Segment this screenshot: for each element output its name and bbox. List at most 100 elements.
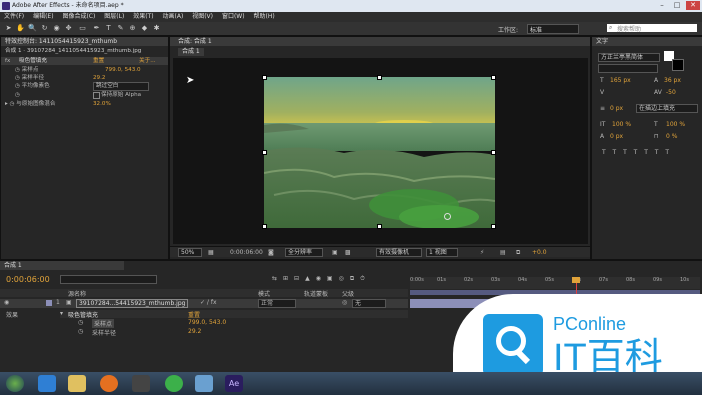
timeline-sample-radius-value[interactable]: 29.2 — [188, 328, 201, 335]
pen-tool-icon[interactable]: ✒ — [92, 24, 101, 33]
menu-window[interactable]: 窗口(W) — [222, 12, 245, 22]
effect-header-row[interactable]: fx 吸色管填充 重置 关于... — [1, 57, 168, 65]
transform-handle[interactable] — [491, 75, 496, 80]
timeline-effect-reset[interactable]: 重置 — [188, 310, 200, 319]
layer-label-color[interactable] — [46, 300, 52, 306]
transform-handle[interactable] — [377, 75, 382, 80]
timeline-icon[interactable]: ▤ — [500, 249, 506, 256]
camera-select[interactable]: 有效摄像机 — [376, 248, 422, 257]
menu-help[interactable]: 帮助(H) — [253, 12, 274, 22]
timeline-sample-point-value[interactable]: 799.0, 543.0 — [188, 319, 226, 326]
effects-group-label[interactable]: 效果 — [6, 310, 18, 319]
transform-handle[interactable] — [377, 224, 382, 229]
transform-handle[interactable] — [491, 224, 496, 229]
effect-about-link[interactable]: 关于... — [139, 57, 156, 65]
layer-mode-select[interactable]: 正常 — [258, 299, 296, 308]
average-pixel-select[interactable]: 跳过空白 — [93, 82, 149, 91]
font-style-select[interactable] — [598, 64, 658, 73]
resolution-select[interactable]: 全分辨率 — [285, 248, 323, 257]
file-explorer-icon[interactable] — [68, 375, 86, 392]
leading-value[interactable]: 36 px — [664, 77, 681, 84]
stopwatch-icon[interactable]: ◷ — [10, 101, 15, 107]
visibility-eye-icon[interactable]: ◉ — [4, 299, 9, 306]
timeline-search-input[interactable] — [60, 275, 157, 284]
text-tool-icon[interactable]: T — [104, 24, 113, 33]
stroke-type-select[interactable]: 在描边上填充 — [636, 104, 698, 113]
font-size-value[interactable]: 165 px — [610, 77, 631, 84]
effect-reset-link[interactable]: 重置 — [93, 57, 104, 65]
minimize-button[interactable]: – — [655, 1, 669, 10]
blend-value[interactable]: 32.0% — [93, 100, 111, 108]
snapshot-icon[interactable]: ◙ — [268, 249, 274, 256]
menu-edit[interactable]: 编辑(E) — [33, 12, 53, 22]
transparency-grid-icon[interactable]: ▩ — [345, 249, 351, 256]
rotate-tool-icon[interactable]: ↻ — [40, 24, 49, 33]
layer-row[interactable]: ◉ 1 ▣ 39107284...54415923_mthumb.jpg ✓ /… — [0, 299, 408, 308]
search-help-input[interactable]: 搜索帮助 — [607, 24, 697, 33]
sample-radius-value[interactable]: 29.2 — [93, 74, 105, 82]
timeline-switch-icons[interactable]: ⇆⊞⊟▲◉▣◎⧉⏱ — [272, 275, 371, 283]
menu-composition[interactable]: 图像合成(C) — [62, 12, 95, 22]
brush-tool-icon[interactable]: ✎ — [116, 24, 125, 33]
app-icon[interactable] — [195, 375, 213, 392]
clone-tool-icon[interactable]: ⊕ — [128, 24, 137, 33]
stroke-width-value[interactable]: 0 px — [610, 105, 623, 112]
maintain-alpha-checkbox[interactable] — [93, 92, 100, 99]
font-family-select[interactable]: 方正兰亭黑简体 — [598, 53, 660, 62]
zoom-select[interactable]: 50% — [178, 248, 202, 257]
vertical-scale-value[interactable]: 100 % — [612, 121, 631, 128]
expand-arrow-icon[interactable]: ▸ — [5, 101, 8, 107]
timeline-tab[interactable]: 合成 1 — [0, 261, 124, 270]
puppet-tool-icon[interactable]: ✱ — [152, 24, 161, 33]
exposure-value[interactable]: +0.0 — [532, 249, 547, 256]
tracking-value[interactable]: -50 — [666, 89, 676, 96]
layer-parent-select[interactable]: 无 — [352, 299, 386, 308]
stopwatch-icon[interactable]: ◷ — [15, 67, 20, 73]
character-tab[interactable]: 文字 — [592, 37, 702, 46]
stopwatch-icon[interactable]: ◷ — [15, 75, 20, 81]
selection-tool-icon[interactable]: ➤ — [4, 24, 13, 33]
camera-tool-icon[interactable]: ◉ — [52, 24, 61, 33]
transform-handle[interactable] — [262, 150, 267, 155]
horizontal-scale-value[interactable]: 100 % — [666, 121, 685, 128]
parent-pick-whip-icon[interactable]: ◎ — [342, 299, 347, 306]
layer-image[interactable] — [262, 75, 496, 229]
transform-handle[interactable] — [262, 224, 267, 229]
menu-animation[interactable]: 动画(A) — [163, 12, 184, 22]
rectangle-tool-icon[interactable]: ▭ — [78, 24, 87, 33]
menu-effect[interactable]: 效果(T) — [133, 12, 153, 22]
current-time[interactable]: 0:00:06:00 — [230, 249, 263, 256]
composition-tab[interactable]: 合成: 合成 1 — [170, 37, 590, 46]
security-app-icon[interactable] — [165, 375, 183, 392]
maximize-button[interactable]: □ — [670, 1, 684, 10]
fast-preview-icon[interactable]: ⚡ — [480, 249, 484, 256]
sample-point-value[interactable]: 799.0, 543.0 — [105, 66, 141, 74]
views-select[interactable]: 1 视图 — [426, 248, 458, 257]
region-icon[interactable]: ▣ — [332, 249, 338, 256]
close-button[interactable]: ✕ — [686, 1, 700, 10]
layer-name[interactable]: 39107284...54415923_mthumb.jpg — [76, 299, 189, 308]
flowchart-icon[interactable]: ⧉ — [516, 249, 520, 257]
transform-handle[interactable] — [262, 75, 267, 80]
stopwatch-icon[interactable]: ◷ — [78, 319, 83, 326]
stroke-color-swatch[interactable] — [672, 59, 684, 71]
baseline-shift-value[interactable]: 0 px — [610, 133, 623, 140]
composition-subtab[interactable]: 合成 1 — [178, 48, 204, 56]
timeline-timecode[interactable]: 0:00:06:00 — [6, 275, 50, 284]
hand-tool-icon[interactable]: ✋ — [16, 24, 25, 33]
effect-row[interactable]: ▾ 吸色管填充 重置 — [60, 310, 408, 319]
menu-layer[interactable]: 图层(L) — [104, 12, 124, 22]
firefox-icon[interactable] — [100, 375, 118, 392]
faux-style-buttons[interactable]: TTTTTTT — [602, 149, 676, 156]
sample-point-crosshair-icon[interactable] — [444, 213, 451, 220]
playhead-handle[interactable] — [572, 277, 580, 283]
eraser-tool-icon[interactable]: ◆ — [140, 24, 149, 33]
tsume-value[interactable]: 0 % — [666, 133, 677, 140]
fx-icon[interactable]: fx — [5, 57, 10, 65]
start-button-icon[interactable] — [6, 375, 24, 392]
time-ruler[interactable]: 0:00s 01s 02s 03s 04s 05s 06s 07s 08s 09… — [410, 277, 700, 289]
menu-view[interactable]: 视图(V) — [192, 12, 213, 22]
workspace-select[interactable]: 标准 — [527, 24, 579, 34]
transform-handle[interactable] — [491, 150, 496, 155]
stopwatch-icon[interactable]: ◷ — [15, 83, 20, 89]
